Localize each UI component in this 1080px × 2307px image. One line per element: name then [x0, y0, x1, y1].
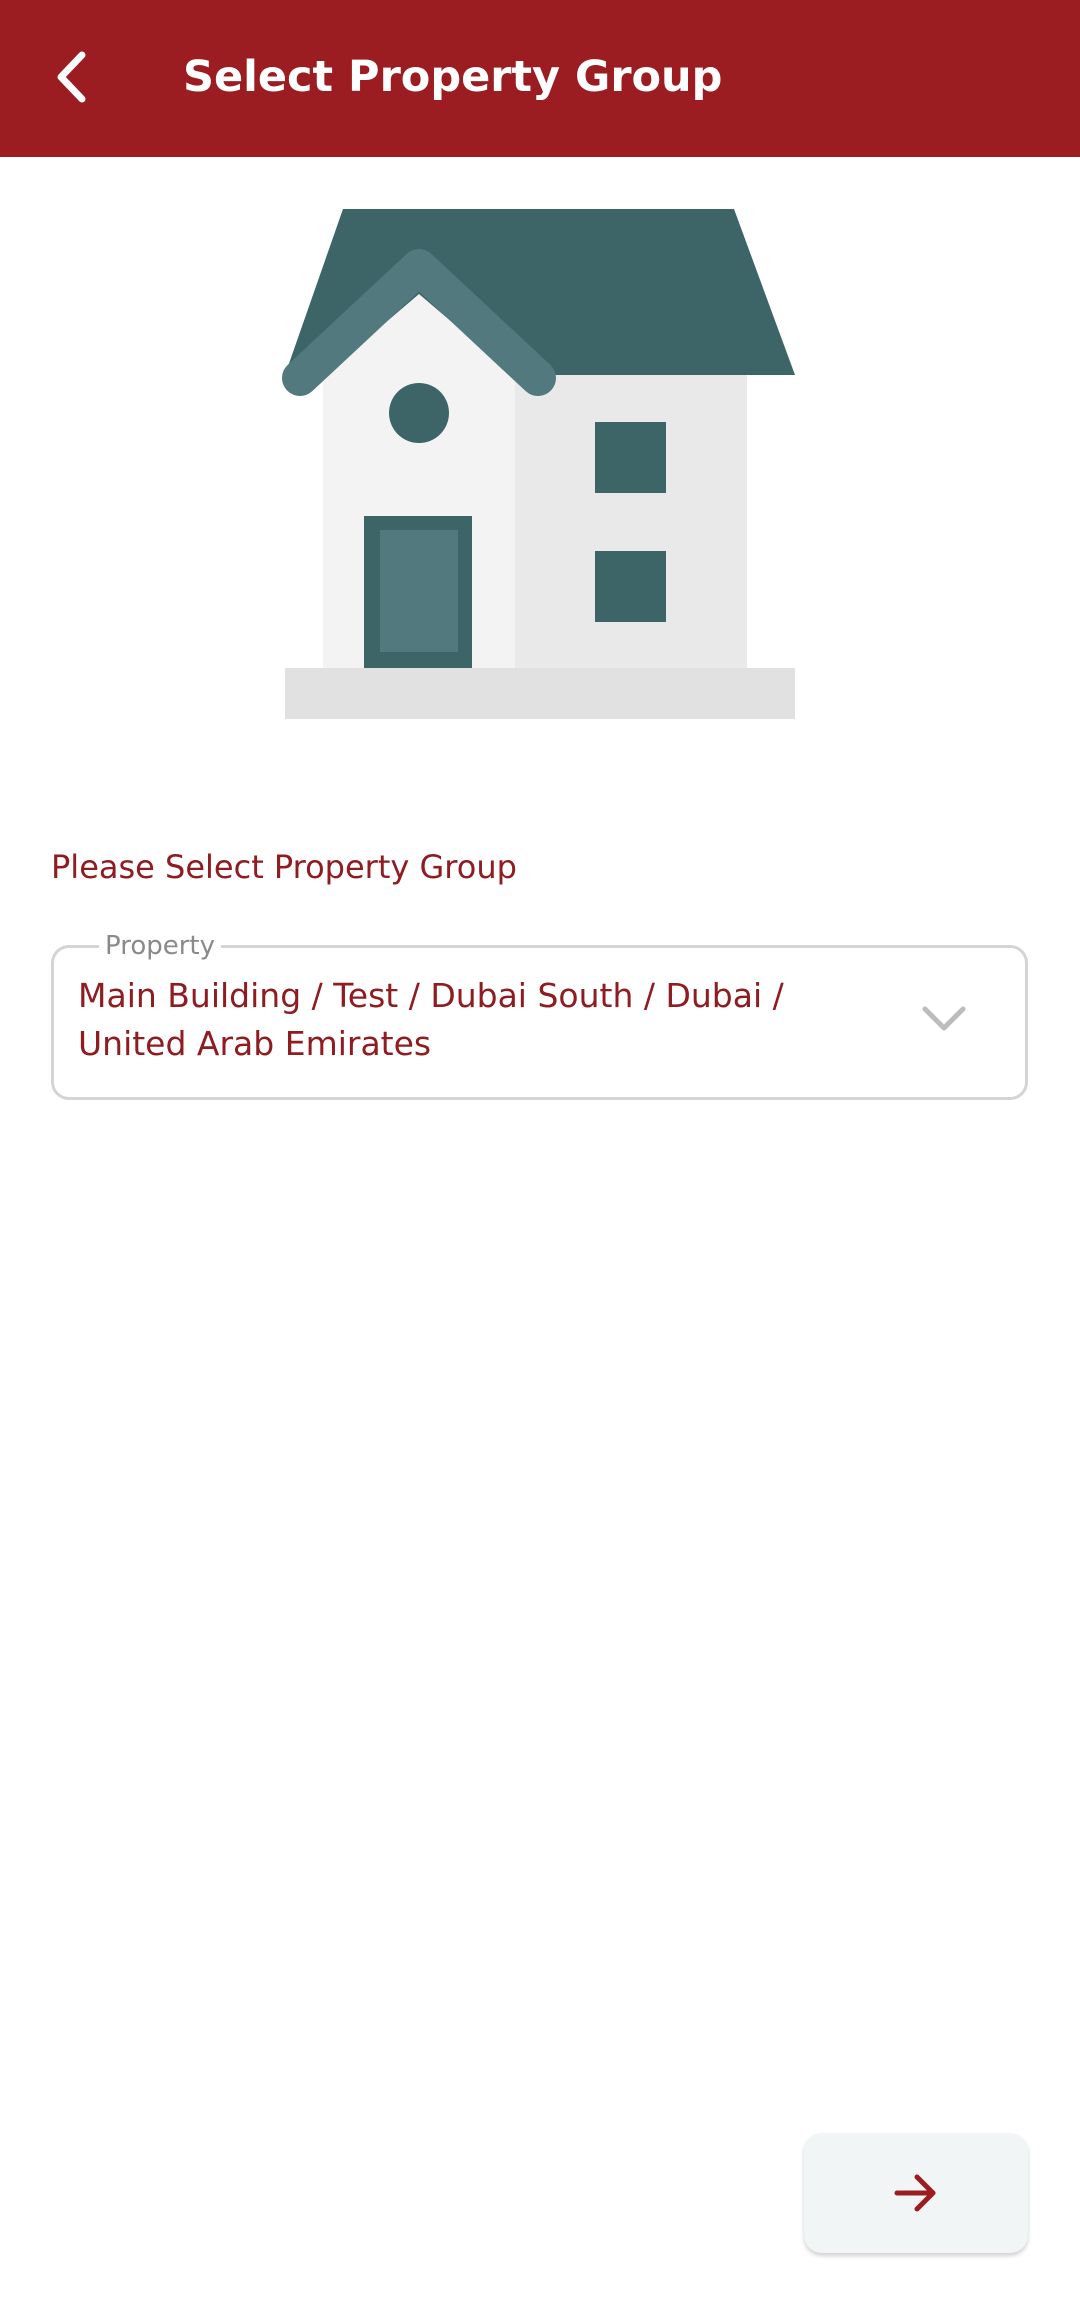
arrow-right-icon [894, 2174, 936, 2212]
app-bar: Select Property Group [0, 0, 1080, 157]
chevron-left-icon [57, 51, 86, 103]
house-illustration [270, 200, 810, 730]
page-title: Select Property Group [183, 52, 723, 102]
property-field-label: Property [99, 929, 222, 963]
chevron-down-icon [922, 1006, 966, 1031]
back-button[interactable] [36, 40, 106, 114]
property-field-value: Main Building / Test / Dubai South / Dub… [78, 972, 868, 1068]
next-button[interactable] [804, 2133, 1028, 2253]
property-dropdown[interactable]: Property Main Building / Test / Dubai So… [51, 929, 1028, 1100]
property-value-line1: Main Building / Test / Dubai South / Dub… [78, 976, 784, 1015]
select-prompt: Please Select Property Group [51, 848, 517, 886]
property-value-line2: United Arab Emirates [78, 1024, 432, 1063]
house-icon [282, 209, 795, 719]
